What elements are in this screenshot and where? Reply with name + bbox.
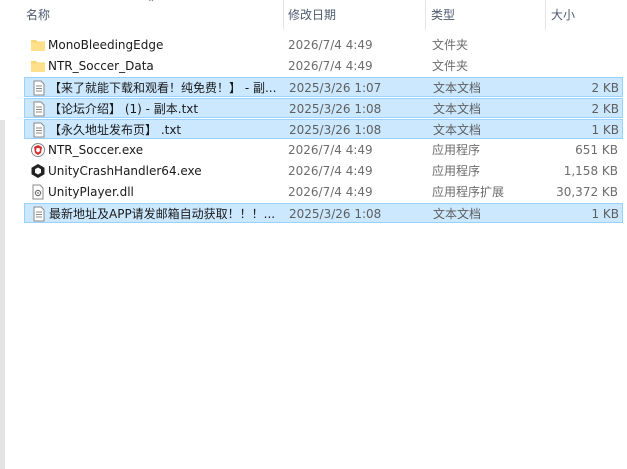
- file-size: 1 KB: [591, 123, 619, 137]
- column-header-size[interactable]: 大小: [547, 0, 627, 30]
- file-date: 2026/7/4 4:49: [288, 143, 373, 157]
- column-divider[interactable]: [425, 0, 426, 30]
- file-date: 2025/3/26 1:07: [289, 81, 382, 95]
- column-header-type[interactable]: 类型: [427, 0, 545, 30]
- file-size: 1 KB: [591, 207, 619, 221]
- game-exe-icon: [30, 142, 46, 158]
- file-size: 1,158 KB: [563, 164, 618, 178]
- file-name: UnityPlayer.dll: [48, 185, 134, 199]
- file-type: 文本文档: [433, 81, 482, 95]
- file-row[interactable]: MonoBleedingEdge 2026/7/4 4:49 文件夹: [24, 35, 623, 55]
- file-row[interactable]: 【来了就能下载和观看！纯免费！】 - 副... 2025/3/26 1:07 文…: [24, 77, 623, 97]
- file-type: 应用程序扩展: [432, 185, 505, 199]
- file-name: UnityCrashHandler64.exe: [48, 164, 202, 178]
- unity-exe-icon: [30, 163, 46, 179]
- file-size: 651 KB: [575, 143, 618, 157]
- file-date: 2026/7/4 4:49: [288, 38, 373, 52]
- file-size: [544, 35, 618, 55]
- file-row[interactable]: UnityCrashHandler64.exe 2026/7/4 4:49 应用…: [24, 161, 623, 181]
- file-size: 2 KB: [591, 81, 619, 95]
- file-date: 2025/3/26 1:08: [289, 123, 382, 137]
- scrollbar-thumb[interactable]: [0, 120, 5, 469]
- left-scroll-strip[interactable]: [0, 0, 8, 469]
- column-header-date[interactable]: 修改日期: [284, 0, 425, 30]
- file-size: [544, 56, 618, 76]
- file-name: NTR_Soccer.exe: [48, 143, 144, 157]
- file-name: 最新地址及APP请发邮箱自动获取！！！...: [49, 207, 276, 221]
- file-name: MonoBleedingEdge: [48, 38, 164, 52]
- file-type: 应用程序: [432, 164, 481, 178]
- file-name: 【论坛介绍】 (1) - 副本.txt: [49, 102, 199, 116]
- file-date: 2025/3/26 1:08: [289, 207, 382, 221]
- sort-ascending-icon: ⌃: [147, 0, 156, 9]
- file-date: 2025/3/26 1:08: [289, 102, 382, 116]
- file-name: 【永久地址发布页】 .txt: [49, 123, 182, 137]
- file-row[interactable]: NTR_Soccer.exe 2026/7/4 4:49 应用程序 651 KB: [24, 140, 623, 160]
- file-type: 文件夹: [432, 38, 469, 52]
- text-file-icon: [31, 206, 47, 222]
- text-file-icon: [31, 101, 47, 117]
- file-size: 30,372 KB: [556, 185, 618, 199]
- file-name: 【来了就能下载和观看！纯免费！】 - 副...: [49, 81, 277, 95]
- file-type: 文本文档: [433, 207, 482, 221]
- file-type: 文本文档: [433, 123, 482, 137]
- file-row[interactable]: 【论坛介绍】 (1) - 副本.txt 2025/3/26 1:08 文本文档 …: [24, 98, 623, 118]
- dll-file-icon: [30, 184, 46, 200]
- file-date: 2026/7/4 4:49: [288, 59, 373, 73]
- column-header-bar: 名称 ⌃ 修改日期 类型 大小: [0, 0, 627, 30]
- file-type: 文件夹: [432, 59, 469, 73]
- file-type: 应用程序: [432, 143, 481, 157]
- folder-icon: [30, 37, 46, 53]
- folder-icon: [30, 58, 46, 74]
- file-date: 2026/7/4 4:49: [288, 164, 373, 178]
- file-row[interactable]: 【永久地址发布页】 .txt 2025/3/26 1:08 文本文档 1 KB: [24, 119, 623, 139]
- file-size: 2 KB: [591, 102, 619, 116]
- file-row[interactable]: UnityPlayer.dll 2026/7/4 4:49 应用程序扩展 30,…: [24, 182, 623, 202]
- column-divider[interactable]: [545, 0, 546, 30]
- file-type: 文本文档: [433, 102, 482, 116]
- file-row[interactable]: NTR_Soccer_Data 2026/7/4 4:49 文件夹: [24, 56, 623, 76]
- file-row[interactable]: 最新地址及APP请发邮箱自动获取！！！... 2025/3/26 1:08 文本…: [24, 203, 623, 223]
- text-file-icon: [31, 80, 47, 96]
- file-date: 2026/7/4 4:49: [288, 185, 373, 199]
- text-file-icon: [31, 122, 47, 138]
- file-name: NTR_Soccer_Data: [48, 59, 154, 73]
